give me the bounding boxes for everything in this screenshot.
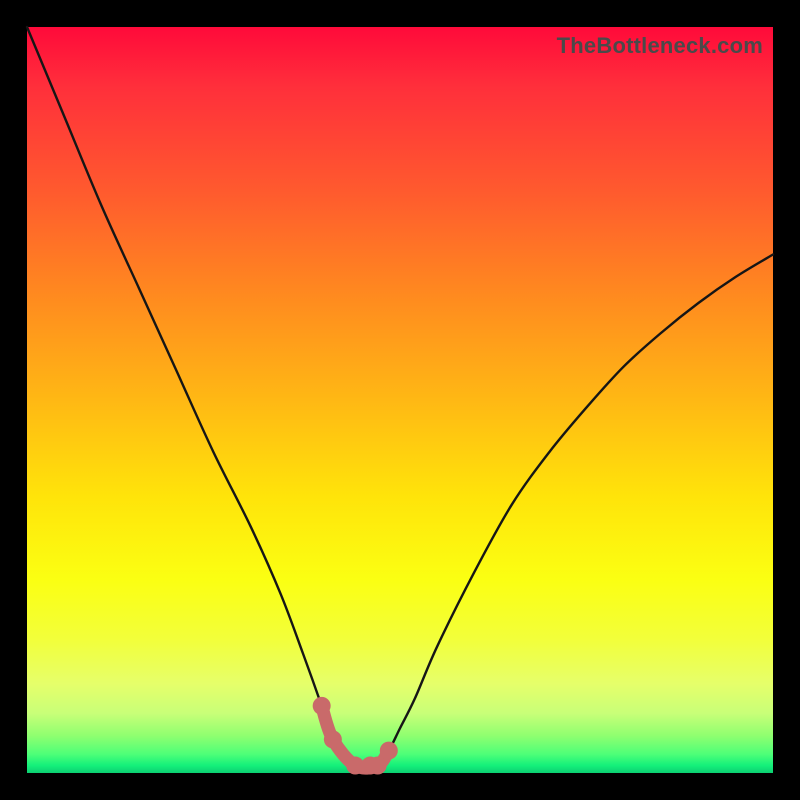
valley-marker — [324, 730, 342, 748]
chart-svg — [27, 27, 773, 773]
valley-marker — [369, 757, 387, 775]
valley-highlight-markers — [313, 697, 398, 775]
valley-marker — [380, 742, 398, 760]
valley-marker — [313, 697, 331, 715]
chart-frame: TheBottleneck.com — [0, 0, 800, 800]
bottleneck-curve-path — [27, 27, 773, 768]
chart-plot-area: TheBottleneck.com — [27, 27, 773, 773]
